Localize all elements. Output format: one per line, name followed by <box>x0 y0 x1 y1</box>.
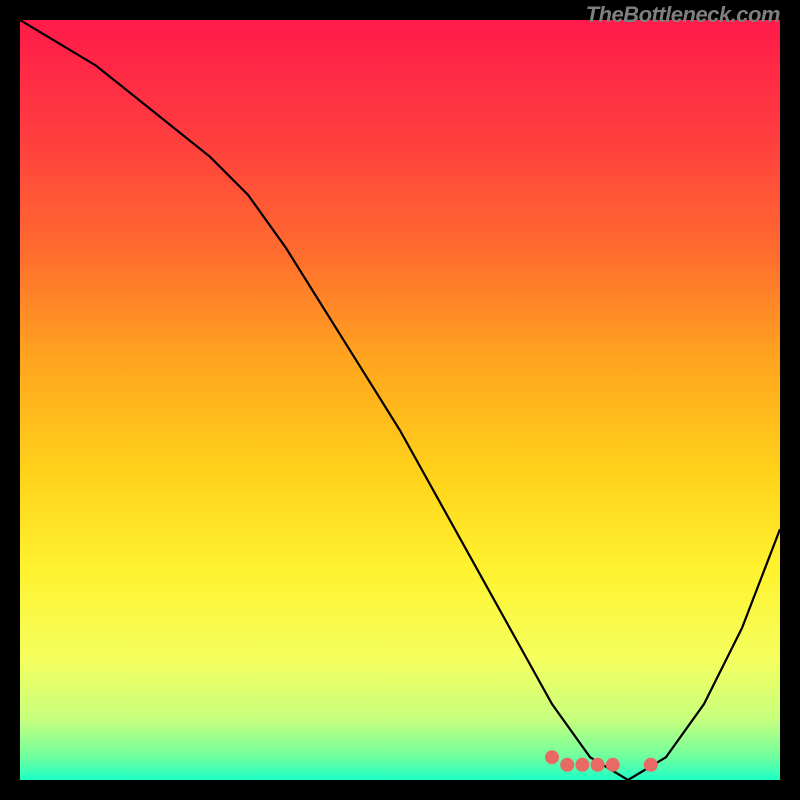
marker-group <box>545 750 658 772</box>
data-marker <box>591 758 605 772</box>
data-marker <box>545 750 559 764</box>
data-marker <box>560 758 574 772</box>
bottleneck-curve <box>20 20 780 780</box>
curve-layer <box>20 20 780 780</box>
plot-area <box>20 20 780 780</box>
chart-container: TheBottleneck.com <box>0 0 800 800</box>
data-marker <box>606 758 620 772</box>
data-marker <box>644 758 658 772</box>
watermark-text: TheBottleneck.com <box>586 2 780 28</box>
data-marker <box>575 758 589 772</box>
